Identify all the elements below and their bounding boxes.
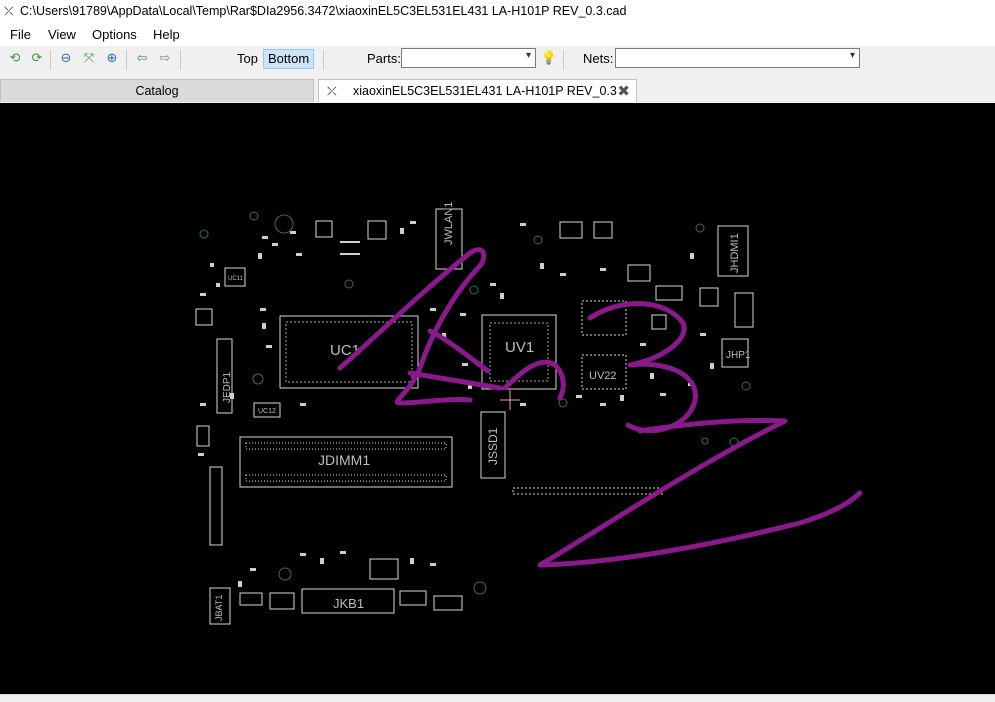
window-title: C:\Users\91789\AppData\Local\Temp\Rar$DI… (20, 4, 627, 18)
ssd-slot-pins (512, 487, 664, 495)
small-ic[interactable] (315, 220, 333, 238)
zoom-out-icon[interactable]: ⊖ (57, 50, 75, 68)
uc12-label: UC12 (258, 408, 276, 415)
small-ic[interactable] (195, 308, 213, 326)
toolbar: ⟲ ⟳ ⊖ ⤧ ⊕ ⇦ ⇨ Top Bottom Parts: ▾ 💡 Nets… (0, 46, 995, 74)
jbat1-label: JBAT1 (214, 595, 224, 621)
bottom-side-button[interactable]: Bottom (263, 49, 315, 69)
tab-label: Catalog (135, 84, 179, 98)
menu-view[interactable]: View (48, 27, 76, 42)
cursor-crosshair (500, 390, 520, 410)
chevron-down-icon: ▾ (525, 50, 531, 61)
find-part-icon[interactable]: 💡 (540, 50, 558, 68)
top-side-button[interactable]: Top (233, 49, 262, 69)
small-ic[interactable] (627, 264, 651, 282)
title-bar: ⤫ C:\Users\91789\AppData\Local\Temp\Rar$… (0, 0, 995, 24)
small-ic[interactable] (651, 314, 667, 330)
jdimm1-label: JDIMM1 (318, 452, 370, 468)
toolbar-separator (563, 50, 564, 70)
forward-arrow-icon[interactable]: ⇨ (156, 50, 174, 68)
jhdmi1-label: JHDMI1 (729, 233, 741, 273)
small-connector[interactable] (239, 592, 263, 606)
board-canvas[interactable]: JWLAN1 JHDMI1 JHP1 UC1 UV1 UV22 JEDP1 JD… (0, 103, 995, 694)
uv22-label: UV22 (589, 370, 617, 382)
menu-options[interactable]: Options (92, 27, 137, 42)
nets-label: Nets: (583, 51, 614, 66)
tab-board-file[interactable]: ⤫ xiaoxinEL5C3EL531EL431 LA-H101P REV_0.… (318, 79, 637, 102)
close-tab-icon[interactable]: ✖ (617, 80, 630, 102)
annotation-scribble (337, 247, 863, 568)
tab-label: xiaoxinEL5C3EL531EL431 LA-H101P REV_0.3 (353, 84, 617, 98)
io-connector[interactable] (209, 466, 223, 546)
toolbar-separator (180, 50, 181, 70)
back-arrow-icon[interactable]: ⇦ (133, 50, 151, 68)
small-connector[interactable] (196, 425, 210, 447)
passive-components (198, 221, 714, 587)
board-file-icon: ⤫ (327, 84, 337, 98)
toolbar-separator (323, 50, 324, 70)
tab-catalog[interactable]: Catalog (0, 79, 314, 102)
rotate-left-icon[interactable]: ⟲ (6, 50, 24, 68)
menu-bar: File View Options Help (0, 24, 995, 46)
jssd1-label: JSSD1 (486, 427, 500, 465)
small-ic[interactable] (699, 287, 719, 307)
rotate-right-icon[interactable]: ⟳ (28, 50, 46, 68)
parts-combobox[interactable]: ▾ (401, 48, 536, 68)
app-icon: ⤫ (4, 4, 14, 18)
chevron-down-icon: ▾ (849, 50, 855, 61)
toolbar-separator (50, 50, 51, 70)
small-connector[interactable] (734, 292, 754, 328)
uv1-label: UV1 (505, 339, 534, 356)
dimm-pins (245, 474, 447, 482)
zoom-in-icon[interactable]: ⊕ (103, 50, 121, 68)
jhp1-label: JHP1 (726, 350, 751, 361)
menu-help[interactable]: Help (153, 27, 180, 42)
small-connector[interactable] (399, 590, 427, 606)
jwlan1-label: JWLAN1 (443, 202, 455, 245)
small-ic[interactable] (593, 221, 613, 239)
small-ic[interactable] (559, 221, 583, 239)
small-ic[interactable] (369, 558, 399, 580)
small-connector[interactable] (269, 592, 295, 610)
jedp1-label: JEDP1 (222, 371, 233, 403)
small-connector[interactable] (433, 595, 463, 611)
fit-view-icon[interactable]: ⤧ (80, 50, 98, 68)
parts-label: Parts: (367, 51, 401, 66)
toolbar-separator (126, 50, 127, 70)
tab-bar: Catalog ⤫ xiaoxinEL5C3EL531EL431 LA-H101… (0, 79, 995, 103)
small-ic[interactable] (655, 285, 683, 301)
small-ic[interactable] (367, 220, 387, 240)
uc11-label: UC11 (228, 276, 244, 282)
nets-combobox[interactable]: ▾ (615, 48, 860, 68)
dimm-pins (245, 442, 447, 450)
menu-file[interactable]: File (10, 27, 31, 42)
board-view[interactable]: JWLAN1 JHDMI1 JHP1 UC1 UV1 UV22 JEDP1 JD… (0, 103, 995, 694)
jkb1-label: JKB1 (333, 596, 364, 611)
